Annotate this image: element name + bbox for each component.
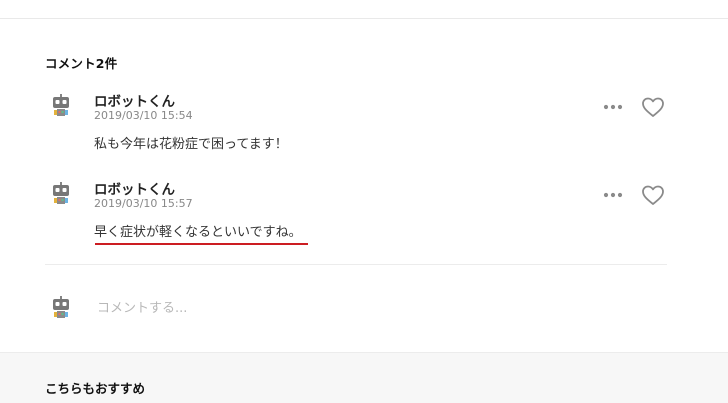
red-underline-annotation <box>95 243 308 245</box>
comment-date: 2019/03/10 15:54 <box>94 109 193 122</box>
comment-date: 2019/03/10 15:57 <box>94 197 193 210</box>
robot-avatar-icon[interactable] <box>49 182 73 206</box>
robot-avatar-icon[interactable] <box>49 94 73 118</box>
robot-avatar-icon <box>53 296 69 318</box>
comment-text: 早く症状が軽くなるといいですね。 <box>94 225 302 240</box>
like-heart-button[interactable] <box>641 96 665 118</box>
comment-text: 私も今年は花粉症で困ってます！ <box>94 137 288 152</box>
comment-author[interactable]: ロボットくん <box>94 90 175 110</box>
comment-input[interactable] <box>97 297 497 319</box>
more-options-button[interactable] <box>601 188 625 202</box>
recommendations-title: こちらもおすすめ <box>45 381 146 396</box>
like-heart-button[interactable] <box>641 184 665 206</box>
comment-author[interactable]: ロボットくん <box>94 178 175 198</box>
comment-composer <box>45 292 667 324</box>
more-options-button[interactable] <box>601 100 625 114</box>
top-divider <box>0 18 728 19</box>
recommendations-section: こちらもおすすめ <box>0 352 728 403</box>
comments-divider <box>45 264 667 265</box>
comments-section-title: コメント2件 <box>45 56 118 71</box>
